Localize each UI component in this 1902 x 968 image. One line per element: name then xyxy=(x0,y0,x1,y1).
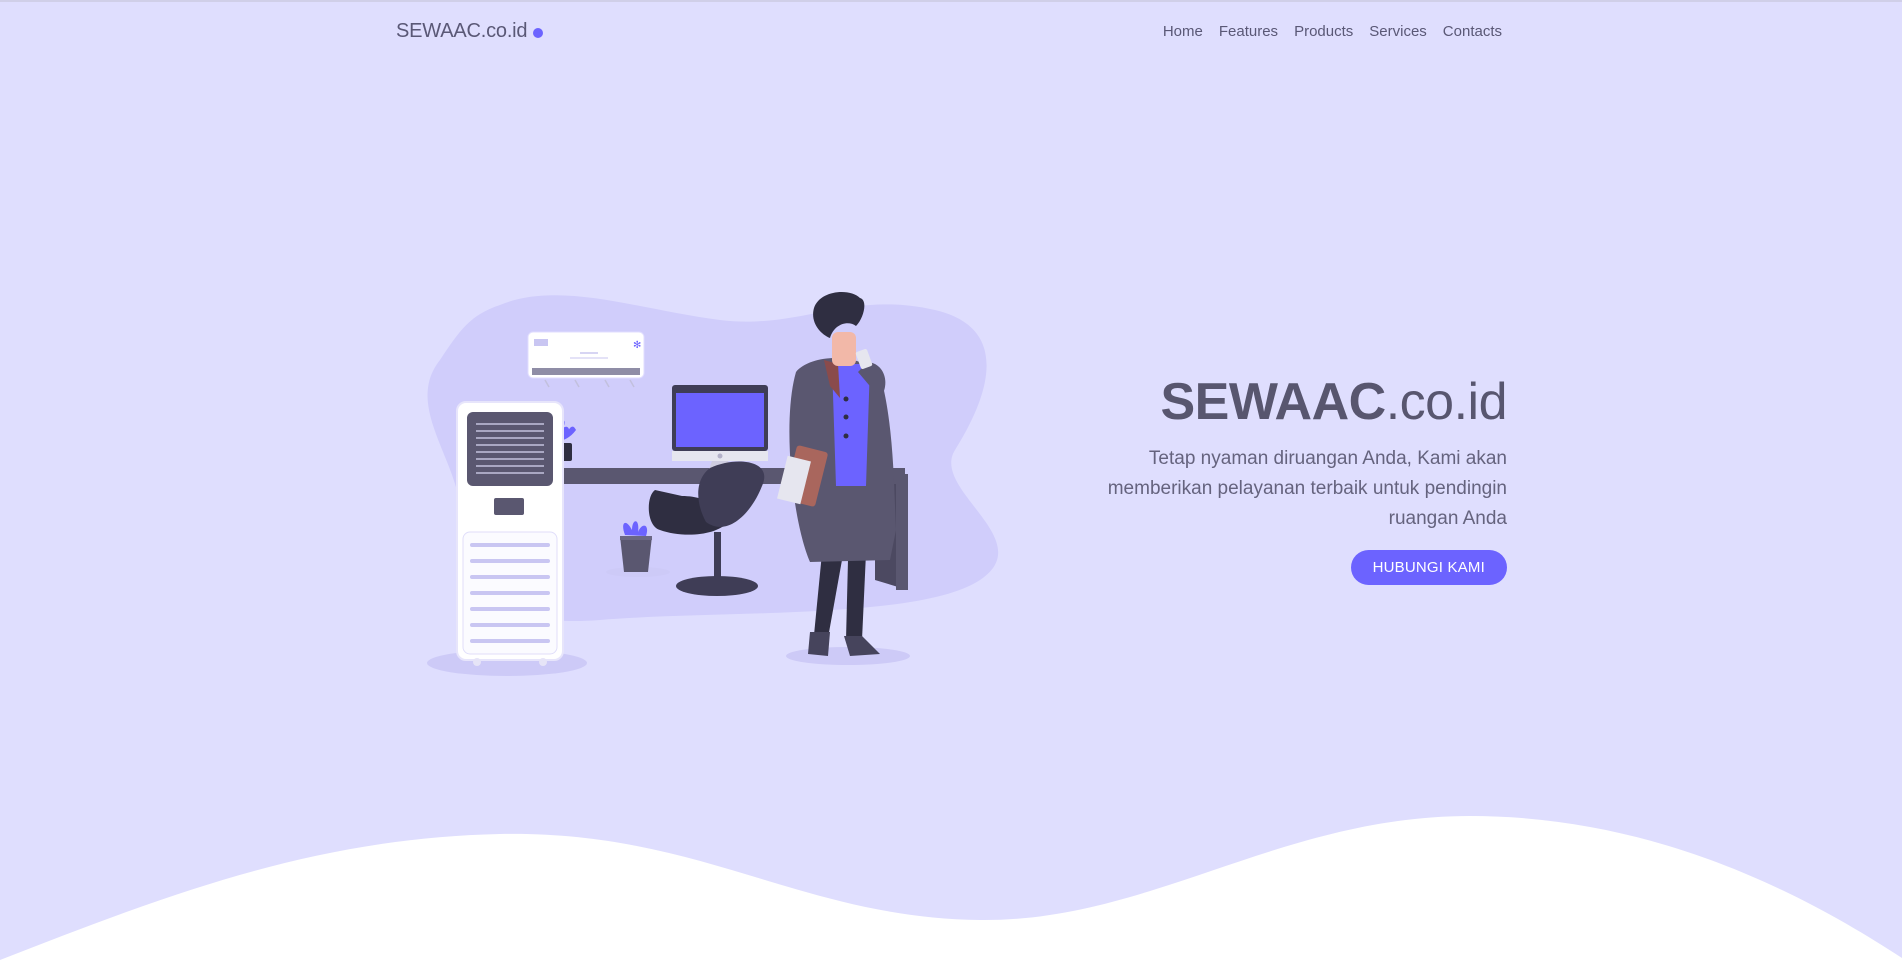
nav-menu: Home Features Products Services Contacts xyxy=(1163,23,1502,40)
brand-name: SEWAAC.co.id xyxy=(396,19,528,42)
hero-title-bold: SEWAAC xyxy=(1160,373,1386,431)
top-border xyxy=(0,0,1902,2)
bottom-wave xyxy=(0,816,1902,968)
office-ac-illustration: ✻ xyxy=(427,292,999,676)
brand-logo[interactable]: SEWAAC.co.id xyxy=(396,19,544,43)
floor-ac-icon xyxy=(456,401,564,666)
nav-link-services[interactable]: Services xyxy=(1369,23,1427,40)
hero-description: Tetap nyaman diruangan Anda, Kami akan m… xyxy=(1107,448,1507,529)
nav-link-home[interactable]: Home xyxy=(1163,23,1203,40)
hero-title-suffix: .co.id xyxy=(1385,373,1508,431)
brand-dot-icon xyxy=(533,28,544,38)
person-shadow xyxy=(786,647,910,665)
nav-link-features[interactable]: Features xyxy=(1219,23,1278,40)
nav-link-products[interactable]: Products xyxy=(1294,23,1353,40)
monitor-icon xyxy=(672,385,768,472)
nav-link-contacts[interactable]: Contacts xyxy=(1443,23,1502,40)
navbar: SEWAAC.co.id Home Features Products Serv… xyxy=(396,18,1502,44)
hero-title: SEWAAC.co.id xyxy=(1067,372,1507,432)
hero-section: SEWAAC.co.id Tetap nyaman diruangan Anda… xyxy=(1067,372,1508,585)
hubungi-kami-button[interactable]: HUBUNGI KAMI xyxy=(1350,550,1507,585)
svg-text:✻: ✻ xyxy=(633,340,641,351)
